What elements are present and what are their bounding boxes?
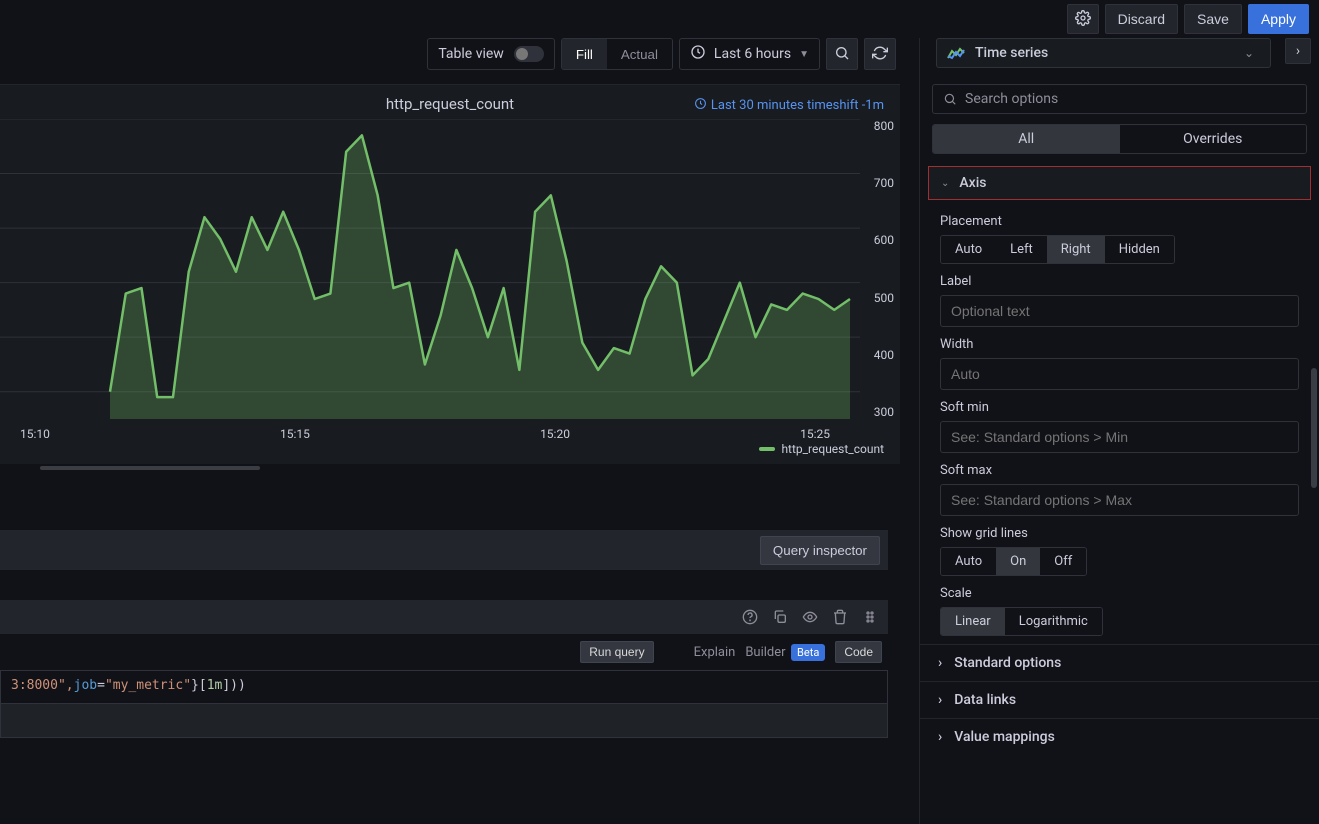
time-range-picker[interactable]: Last 6 hours ▼	[679, 38, 820, 70]
softmax-label: Soft max	[940, 463, 1299, 478]
timeshift-label: Last 30 minutes timeshift -1m	[694, 97, 884, 114]
section-axis-header[interactable]: ⌄ Axis	[928, 166, 1311, 200]
beta-badge: Beta	[791, 644, 825, 661]
time-range-label: Last 6 hours	[714, 46, 791, 62]
timeseries-viz-icon	[947, 46, 965, 60]
search-icon	[943, 92, 957, 106]
section-standard-options[interactable]: ›Standard options	[920, 644, 1319, 681]
grid-row-off[interactable]: Off	[1040, 548, 1086, 575]
options-tabs: All Overrides	[932, 124, 1307, 154]
drag-handle-icon[interactable]	[862, 609, 878, 625]
chevron-down-icon: ▼	[799, 49, 809, 60]
save-button[interactable]: Save	[1184, 4, 1242, 34]
clock-icon	[690, 44, 706, 64]
copy-icon[interactable]	[772, 609, 788, 625]
clock-icon	[694, 97, 707, 114]
legend-swatch-icon	[759, 447, 775, 451]
discard-button[interactable]: Discard	[1105, 4, 1178, 34]
axis-width-input[interactable]	[940, 358, 1299, 390]
apply-button[interactable]: Apply	[1248, 4, 1309, 34]
x-tick: 15:10	[20, 427, 50, 441]
x-tick: 15:15	[280, 427, 310, 441]
y-tick: 400	[874, 348, 894, 362]
scale-row-linear[interactable]: Linear	[941, 608, 1005, 635]
code-toggle[interactable]: Code	[835, 641, 882, 663]
axis-softmax-input[interactable]	[940, 484, 1299, 516]
section-data-links[interactable]: ›Data links	[920, 681, 1319, 718]
horizontal-scrollbar[interactable]	[40, 466, 260, 470]
explain-label[interactable]: Explain	[694, 645, 736, 660]
builder-toggle[interactable]: Builder Beta	[745, 644, 825, 660]
gear-icon	[1075, 10, 1091, 29]
toggle-switch-icon	[514, 46, 544, 62]
chart-legend[interactable]: http_request_count	[759, 442, 884, 456]
chevron-right-icon: ›	[938, 692, 942, 708]
grid-row-auto[interactable]: Auto	[941, 548, 996, 575]
settings-button[interactable]	[1067, 4, 1099, 34]
gridlines-label: Show grid lines	[940, 526, 1299, 541]
chevron-right-icon: ›	[938, 729, 942, 745]
x-tick: 15:25	[800, 427, 830, 441]
search-icon	[834, 45, 850, 64]
refresh-button[interactable]	[864, 38, 896, 70]
section-axis-body: Placement AutoLeftRightHidden Label Widt…	[920, 200, 1319, 644]
placement-row-hidden[interactable]: Hidden	[1105, 236, 1174, 263]
options-sidebar: Time series ⌄ › Search options All Overr…	[919, 38, 1319, 824]
gridlines-options: AutoOnOff	[940, 547, 1087, 576]
chart-panel: http_request_count Last 30 minutes times…	[0, 84, 900, 464]
query-row-actions	[0, 600, 888, 634]
width-label: Width	[940, 337, 1299, 352]
tab-overrides[interactable]: Overrides	[1120, 125, 1307, 153]
query-code-blank-row[interactable]	[0, 704, 888, 738]
chart-area[interactable]: 800700600500400300 15:1015:1515:2015:25	[0, 119, 860, 419]
placement-options: AutoLeftRightHidden	[940, 235, 1175, 264]
y-tick: 800	[874, 119, 894, 133]
chevron-right-icon: ›	[1296, 43, 1300, 59]
placement-row-left[interactable]: Left	[996, 236, 1047, 263]
scale-row-logarithmic[interactable]: Logarithmic	[1005, 608, 1102, 635]
table-view-label: Table view	[438, 46, 504, 62]
y-tick: 500	[874, 291, 894, 305]
chevron-right-icon: ›	[938, 655, 942, 671]
table-view-toggle[interactable]: Table view	[427, 38, 555, 70]
query-controls: Run query Explain Builder Beta Code	[0, 634, 888, 670]
axis-softmin-input[interactable]	[940, 421, 1299, 453]
softmin-label: Soft min	[940, 400, 1299, 415]
query-inspector-button[interactable]: Query inspector	[760, 536, 880, 565]
fill-option[interactable]: Fill	[562, 39, 607, 69]
expand-viz-button[interactable]: ›	[1285, 38, 1311, 64]
visualization-picker[interactable]: Time series ⌄	[936, 38, 1271, 68]
section-value-mappings[interactable]: ›Value mappings	[920, 718, 1319, 755]
run-query-button[interactable]: Run query	[580, 641, 653, 663]
label-label: Label	[940, 274, 1299, 289]
chevron-down-icon: ⌄	[1238, 46, 1260, 60]
search-options-input[interactable]: Search options	[932, 84, 1307, 114]
placement-row-auto[interactable]: Auto	[941, 236, 996, 263]
query-toolbar: Query inspector	[0, 530, 888, 570]
fill-actual-group: Fill Actual	[561, 38, 673, 70]
vertical-scrollbar[interactable]	[1311, 368, 1317, 488]
tab-all[interactable]: All	[933, 125, 1120, 153]
query-code-editor[interactable]: 3:8000",job="my_metric"}[1m]))	[0, 670, 888, 704]
y-tick: 600	[874, 233, 894, 247]
x-tick: 15:20	[540, 427, 570, 441]
axis-label-input[interactable]	[940, 295, 1299, 327]
trash-icon[interactable]	[832, 609, 848, 625]
placement-label: Placement	[940, 214, 1299, 229]
grid-row-on[interactable]: On	[996, 548, 1040, 575]
placement-row-right[interactable]: Right	[1047, 236, 1105, 263]
chevron-down-icon: ⌄	[941, 178, 949, 189]
scale-options: LinearLogarithmic	[940, 607, 1103, 636]
y-tick: 300	[874, 405, 894, 419]
help-icon[interactable]	[742, 609, 758, 625]
scale-label: Scale	[940, 586, 1299, 601]
refresh-icon	[872, 45, 888, 64]
zoom-out-button[interactable]	[826, 38, 858, 70]
y-tick: 700	[874, 176, 894, 190]
actual-option[interactable]: Actual	[607, 39, 672, 69]
eye-icon[interactable]	[802, 609, 818, 625]
